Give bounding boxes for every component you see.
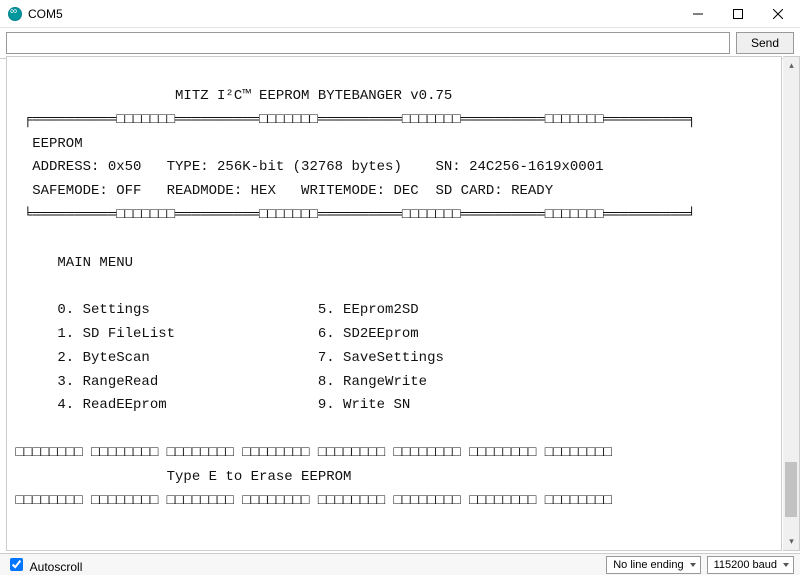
terminal-output: MITZ I²C™ EEPROM BYTEBANGER v0.75 ╒═════… [6,56,782,551]
autoscroll-checkbox[interactable] [10,558,23,571]
status-bar: Autoscroll No line ending 115200 baud [0,553,800,575]
input-bar: Send [0,28,800,59]
scroll-down-button[interactable]: ▾ [783,533,800,550]
autoscroll-checkbox-label[interactable]: Autoscroll [6,555,82,574]
minimize-button[interactable] [678,0,718,28]
arduino-icon [8,7,22,21]
titlebar: COM5 [0,0,800,28]
maximize-button[interactable] [718,0,758,28]
close-button[interactable] [758,0,798,28]
send-button[interactable]: Send [736,32,794,54]
window-title: COM5 [28,7,678,21]
baud-value: 115200 baud [714,559,777,571]
line-ending-select[interactable]: No line ending [606,556,700,574]
autoscroll-label: Autoscroll [30,560,83,574]
scroll-up-button[interactable]: ▴ [783,57,800,74]
baud-select[interactable]: 115200 baud [707,556,794,574]
serial-input[interactable] [6,32,730,54]
scroll-thumb[interactable] [785,462,797,517]
scrollbar[interactable]: ▴ ▾ [783,56,800,551]
terminal-text: MITZ I²C™ EEPROM BYTEBANGER v0.75 ╒═════… [7,57,781,513]
line-ending-value: No line ending [613,559,683,571]
